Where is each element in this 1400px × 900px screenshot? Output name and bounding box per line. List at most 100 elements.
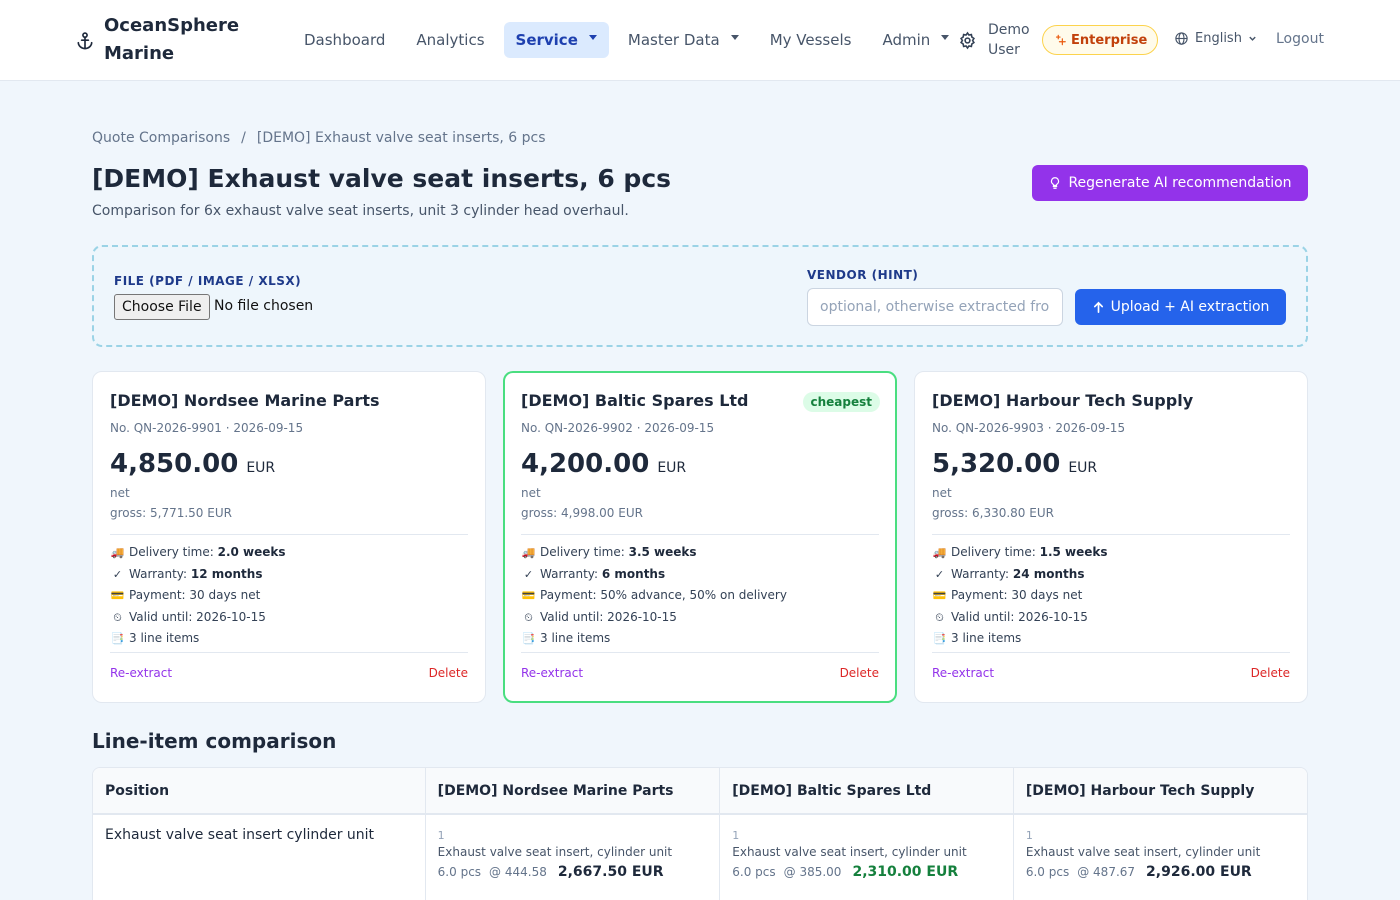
valid-value: Valid until: 2026-10-15 <box>129 609 266 624</box>
items-row: 📑 3 line items <box>932 628 1108 650</box>
regenerate-ai-button[interactable]: Regenerate AI recommendation <box>1032 165 1308 201</box>
main-nav: Dashboard Analytics Service Master Data … <box>292 22 968 58</box>
sparkle-icon <box>1055 34 1066 46</box>
net-label: net <box>932 486 952 500</box>
price-amount: 5,320.00 <box>932 449 1061 479</box>
delivery-label: Delivery time: <box>951 545 1036 559</box>
upload-extract-button[interactable]: Upload + AI extraction <box>1075 289 1286 325</box>
brand-name: OceanSphere Marine <box>104 15 240 64</box>
quote-price: 5,320.00 EUR <box>932 449 1097 479</box>
gross-amount: gross: 5,771.50 EUR <box>110 506 232 520</box>
choose-file-button[interactable]: Choose File <box>114 294 210 320</box>
vendor-name: [DEMO] Harbour Tech Supply <box>932 391 1194 410</box>
cheapest-badge: cheapest <box>802 392 880 412</box>
vendor-cell: 1 Exhaust valve seat insert, cylinder un… <box>425 814 721 900</box>
line-qty: 6.0 pcs <box>1025 865 1070 879</box>
upload-panel: FILE (PDF / IMAGE / XLSX) Choose File No… <box>92 245 1308 347</box>
truck-icon: 🚚 <box>110 546 125 559</box>
line-qty: 6.0 pcs <box>732 865 776 879</box>
regenerate-ai-label: Regenerate AI recommendation <box>1068 175 1292 191</box>
price-currency: EUR <box>1068 460 1098 476</box>
credit-card-icon: 💳 <box>521 589 536 602</box>
nav-master-data[interactable]: Master Data <box>616 22 751 58</box>
upload-extract-label: Upload + AI extraction <box>1110 299 1270 315</box>
warranty-label: Warranty: <box>540 566 599 581</box>
line-unit-price: @ 385.00 <box>783 865 842 879</box>
page-title: [DEMO] Exhaust valve seat inserts, 6 pcs <box>92 164 672 193</box>
check-circle-icon: ✓ <box>112 567 123 581</box>
items-row: 📑 3 line items <box>521 628 787 650</box>
line-qty: 6.0 pcs <box>437 865 482 879</box>
quote-details: 🚚 Delivery time: 2.0 weeks ✓ Warranty: 12 … <box>110 542 286 650</box>
nav-analytics[interactable]: Analytics <box>404 22 496 58</box>
items-value: 3 line items <box>129 631 200 645</box>
delivery-label: Delivery time: <box>540 545 625 559</box>
file-status: No file chosen <box>214 298 314 314</box>
warranty-row: ✓ Warranty: 12 months <box>110 564 286 586</box>
nav-master-data-label: Master Data <box>627 31 720 49</box>
warranty-row: ✓ Warranty: 6 months <box>521 564 787 586</box>
top-navbar: OceanSphere Marine Dashboard Analytics S… <box>0 0 1400 81</box>
valid-value: Valid until: 2026-10-15 <box>951 609 1088 624</box>
vendor-hint-input[interactable] <box>807 288 1063 326</box>
quote-meta: No. QN-2026-9902 · 2026-09-15 <box>521 421 715 435</box>
table-header-row: Position [DEMO] Nordsee Marine Parts [DE… <box>93 768 1307 815</box>
payment-row: 💳 Payment: 30 days net <box>932 585 1108 607</box>
valid-row: ⏲ Valid until: 2026-10-15 <box>521 607 787 629</box>
delete-link[interactable]: Delete <box>1251 666 1290 680</box>
re-extract-link[interactable]: Re-extract <box>110 666 172 680</box>
truck-icon: 🚚 <box>932 546 947 559</box>
nav-dashboard[interactable]: Dashboard <box>292 22 397 58</box>
quote-meta: No. QN-2026-9901 · 2026-09-15 <box>110 421 304 435</box>
quote-meta: No. QN-2026-9903 · 2026-09-15 <box>932 421 1126 435</box>
logout-link[interactable]: Logout <box>1276 31 1324 47</box>
quote-card: [DEMO] Nordsee Marine Parts No. QN-2026-… <box>92 371 486 703</box>
warranty-value: 24 months <box>1012 566 1085 581</box>
price-currency: EUR <box>657 460 687 476</box>
nav-my-vessels[interactable]: My Vessels <box>758 22 864 58</box>
delete-link[interactable]: Delete <box>429 666 468 680</box>
brand[interactable]: OceanSphere Marine <box>75 12 254 68</box>
delivery-row: 🚚 Delivery time: 3.5 weeks <box>521 542 787 564</box>
delivery-value: 2.0 weeks <box>217 545 286 559</box>
lightbulb-icon <box>1051 177 1060 189</box>
breadcrumb-parent[interactable]: Quote Comparisons <box>92 130 230 146</box>
line-description: Exhaust valve seat insert, cylinder unit <box>437 845 673 859</box>
gear-icon[interactable] <box>958 31 977 50</box>
document-icon: 📑 <box>521 632 536 645</box>
language-select[interactable]: English <box>1174 31 1257 46</box>
price-amount: 4,850.00 <box>110 449 239 479</box>
items-value: 3 line items <box>951 631 1022 645</box>
warranty-value: 6 months <box>601 566 666 581</box>
warranty-value: 12 months <box>190 566 263 581</box>
vendor-name: [DEMO] Nordsee Marine Parts <box>110 391 380 410</box>
items-value: 3 line items <box>540 631 611 645</box>
price-amount: 4,200.00 <box>521 449 650 479</box>
re-extract-link[interactable]: Re-extract <box>521 666 583 680</box>
payment-row: 💳 Payment: 50% advance, 50% on delivery <box>521 585 787 607</box>
line-total-best: 2,310.00 EUR <box>852 864 959 880</box>
credit-card-icon: 💳 <box>110 589 125 602</box>
nav-dashboard-label: Dashboard <box>304 31 386 49</box>
quote-card-cheapest: [DEMO] Baltic Spares Ltd cheapest No. QN… <box>503 371 897 703</box>
nav-service[interactable]: Service <box>503 22 609 58</box>
line-item-table: Position [DEMO] Nordsee Marine Parts [DE… <box>92 767 1308 900</box>
quote-card: [DEMO] Harbour Tech Supply No. QN-2026-9… <box>914 371 1308 703</box>
breadcrumb-separator: / <box>241 130 246 146</box>
document-icon: 📑 <box>932 632 947 645</box>
delivery-value: 1.5 weeks <box>1039 545 1108 559</box>
delete-link[interactable]: Delete <box>840 666 879 680</box>
re-extract-link[interactable]: Re-extract <box>932 666 994 680</box>
delivery-label: Delivery time: <box>129 545 214 559</box>
quote-price: 4,200.00 EUR <box>521 449 686 479</box>
document-icon: 📑 <box>110 632 125 645</box>
file-label: FILE (PDF / IMAGE / XLSX) <box>114 274 302 288</box>
clock-icon: ⏲ <box>113 610 122 624</box>
divider <box>521 534 879 535</box>
section-title: Line-item comparison <box>92 729 337 753</box>
delivery-row: 🚚 Delivery time: 2.0 weeks <box>110 542 286 564</box>
user-name[interactable]: Demo User <box>988 20 1038 60</box>
caret-down-icon <box>588 34 597 40</box>
warranty-label: Warranty: <box>951 566 1010 581</box>
nav-admin[interactable]: Admin <box>870 22 961 58</box>
